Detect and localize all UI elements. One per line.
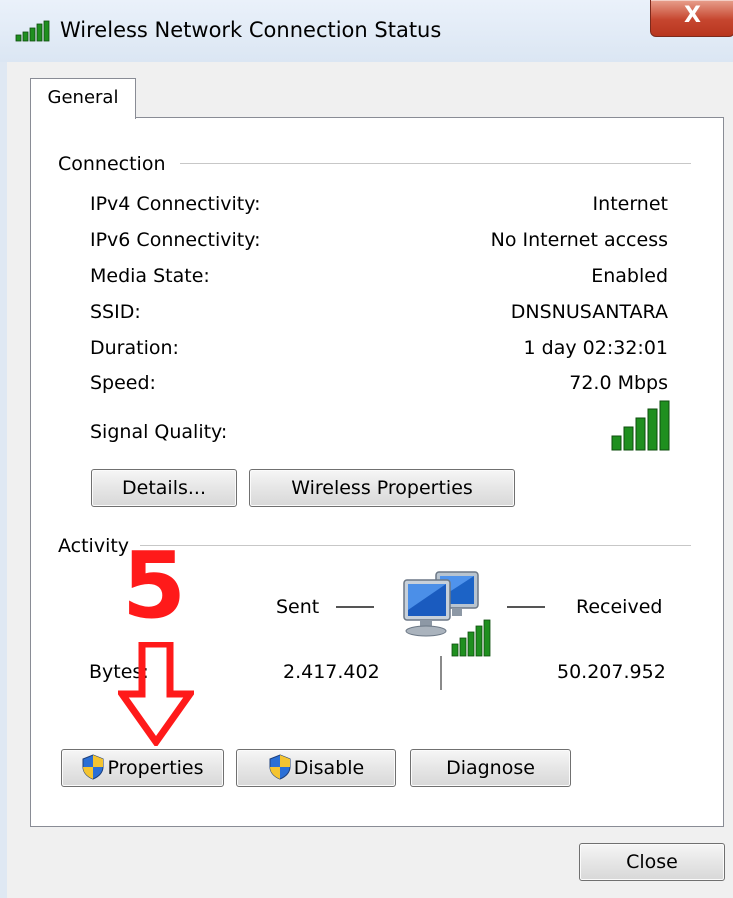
uac-shield-icon — [269, 753, 291, 780]
received-label: Received — [576, 596, 663, 618]
properties-button[interactable]: Properties — [61, 749, 224, 787]
annotation-arrow-down-icon — [118, 642, 194, 746]
tab-general[interactable]: General — [30, 78, 136, 119]
sent-dash — [336, 606, 374, 608]
ssid-value: DNSNUSANTARA — [510, 301, 668, 323]
bytes-sent-value: 2.417.402 — [283, 661, 380, 683]
activity-divider — [140, 545, 691, 546]
diagnose-button[interactable]: Diagnose — [410, 749, 571, 787]
duration-label: Duration: — [90, 337, 179, 359]
ipv6-label: IPv6 Connectivity: — [90, 229, 261, 251]
uac-shield-icon — [82, 753, 104, 780]
disable-button[interactable]: Disable — [236, 749, 396, 787]
network-computers-icon — [403, 571, 491, 657]
sent-label: Sent — [276, 596, 320, 618]
title-bar: Wireless Network Connection Status X — [0, 0, 733, 62]
speed-value: 72.0 Mbps — [569, 372, 668, 394]
bytes-separator — [440, 656, 442, 690]
window-title: Wireless Network Connection Status — [60, 18, 442, 42]
ipv4-value: Internet — [592, 193, 668, 215]
activity-heading: Activity — [58, 535, 132, 557]
media-state-value: Enabled — [591, 265, 668, 287]
connection-divider — [180, 163, 691, 164]
ssid-label: SSID: — [90, 301, 141, 323]
properties-button-label: Properties — [107, 757, 204, 779]
ipv4-label: IPv4 Connectivity: — [90, 193, 261, 215]
wireless-signal-icon — [15, 20, 50, 42]
connection-heading: Connection — [58, 153, 178, 175]
window-close-button[interactable]: X — [650, 0, 733, 37]
bytes-received-value: 50.207.952 — [557, 661, 666, 683]
details-button[interactable]: Details... — [91, 469, 237, 507]
close-button[interactable]: Close — [579, 843, 725, 881]
received-dash — [507, 606, 545, 608]
media-state-label: Media State: — [90, 265, 210, 287]
signal-strength-icon — [611, 400, 670, 451]
wireless-properties-button[interactable]: Wireless Properties — [249, 469, 515, 507]
ipv6-value: No Internet access — [490, 229, 668, 251]
annotation-step-number: 5 — [122, 532, 187, 639]
signal-quality-label: Signal Quality: — [90, 421, 228, 443]
speed-label: Speed: — [90, 372, 156, 394]
disable-button-label: Disable — [293, 757, 365, 779]
duration-value: 1 day 02:32:01 — [523, 337, 668, 359]
